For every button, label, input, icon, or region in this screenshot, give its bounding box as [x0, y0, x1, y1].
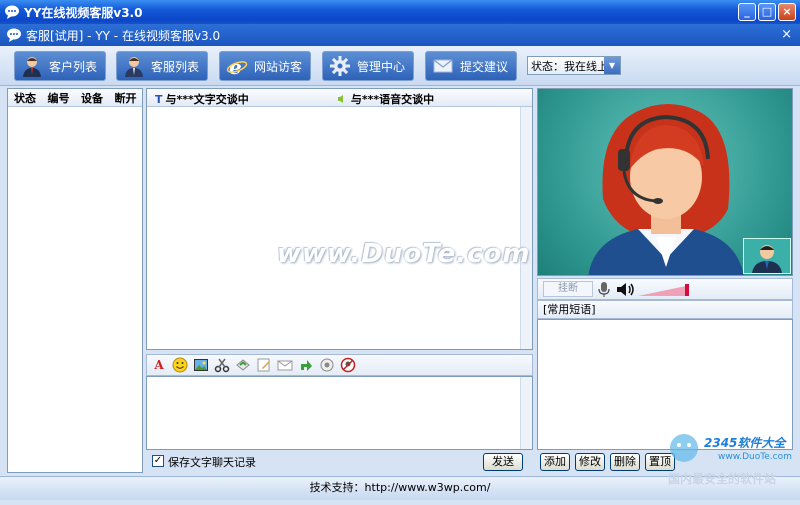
phrases-header: [常用短语] — [537, 300, 793, 319]
input-scrollbar[interactable] — [520, 377, 532, 449]
window-close-button[interactable]: × — [778, 3, 796, 21]
block-icon[interactable] — [340, 357, 356, 373]
watermark-brand: 2345软件大全 — [704, 436, 786, 450]
admin-center-button[interactable]: 管理中心 — [322, 51, 414, 81]
tab-voice-chat[interactable]: 与***语音交谈中 — [337, 91, 434, 107]
speaker-small-icon — [338, 95, 343, 103]
shake-icon[interactable] — [235, 357, 251, 373]
maximize-button[interactable]: □ — [758, 3, 776, 21]
window-title-bar: YY在线视频客服v3.0 _ □ × — [0, 0, 800, 24]
send-button[interactable]: 发送 — [483, 453, 523, 471]
window-title: YY在线视频客服v3.0 — [24, 5, 143, 20]
column-device[interactable]: 设备 — [75, 90, 109, 106]
video-panel — [537, 88, 793, 276]
app-close-button[interactable]: × — [781, 27, 792, 42]
toolbar: 客户列表 客服列表 e 网站访客 管理中心 提交建议 状态：我在线上 ▼ — [0, 46, 800, 86]
app-title: 客服[试用] - YY - 在线视频客服v3.0 — [26, 28, 221, 43]
mascot-icon — [670, 434, 698, 462]
arrow-icon[interactable] — [298, 357, 314, 373]
submit-suggestion-button[interactable]: 提交建议 — [425, 51, 517, 81]
edit-phrase-button[interactable]: 修改 — [575, 453, 605, 471]
client-list-header: 状态 编号 设备 断开 — [8, 89, 142, 107]
media-control-bar: 挂断 — [537, 278, 793, 300]
customer-icon — [23, 57, 41, 77]
user-avatar-icon — [752, 245, 782, 273]
watermark-slogan: 国内最安全的软件站 — [668, 472, 777, 486]
app-title-bar: 客服[试用] - YY - 在线视频客服v3.0 × — [0, 24, 800, 46]
tab-text-chat[interactable]: T 与***文字交谈中 — [155, 91, 249, 107]
column-disconnect[interactable]: 断开 — [109, 90, 143, 106]
agent-icon — [125, 57, 143, 77]
chat-bubble-icon — [5, 5, 19, 19]
self-camera-preview[interactable] — [743, 238, 791, 274]
volume-slider[interactable] — [638, 282, 692, 298]
ie-icon: e — [226, 55, 248, 77]
chat-log-panel: T 与***文字交谈中 与***语音交谈中 www.DuoTe.com — [146, 88, 533, 350]
delete-phrase-button[interactable]: 删除 — [610, 453, 640, 471]
customer-list-button[interactable]: 客户列表 — [14, 51, 106, 81]
column-status[interactable]: 状态 — [8, 90, 42, 106]
chat-bottom-row: ✓ 保存文字聊天记录 发送 — [146, 451, 533, 473]
hangup-button[interactable]: 挂断 — [543, 281, 593, 297]
chat-bubble-icon — [7, 28, 21, 42]
record-icon[interactable] — [319, 357, 335, 373]
watermark-text: www.DuoTe.com — [277, 239, 531, 269]
column-number[interactable]: 编号 — [42, 90, 76, 106]
watermark-logo: 2345软件大全 www.DuoTe.com 国内最安全的软件站 — [664, 430, 794, 490]
format-toolbar: A — [146, 354, 533, 376]
chat-header: T 与***文字交谈中 与***语音交谈中 — [147, 89, 532, 107]
gear-icon — [330, 56, 350, 76]
text-icon: T — [155, 93, 163, 106]
image-icon[interactable] — [193, 357, 209, 373]
chat-log-scrollbar[interactable] — [520, 107, 532, 349]
emoticon-icon[interactable] — [172, 357, 188, 373]
scissors-icon[interactable] — [214, 357, 230, 373]
save-history-checkbox[interactable]: ✓ — [152, 455, 164, 467]
agent-list-button[interactable]: 客服列表 — [116, 51, 208, 81]
watermark-url: www.DuoTe.com — [718, 452, 792, 462]
microphone-icon[interactable] — [596, 281, 612, 298]
speaker-icon[interactable] — [616, 281, 636, 298]
message-input[interactable] — [146, 376, 533, 450]
site-visitors-button[interactable]: e 网站访客 — [219, 51, 311, 81]
chevron-down-icon[interactable]: ▼ — [604, 57, 620, 74]
add-phrase-button[interactable]: 添加 — [540, 453, 570, 471]
save-history-label: 保存文字聊天记录 — [168, 456, 256, 469]
mail-icon — [433, 59, 453, 73]
tech-support-text: 技术支持：http://www.w3wp.com/ — [309, 481, 491, 494]
minimize-button[interactable]: _ — [738, 3, 756, 21]
edit-icon[interactable] — [256, 357, 272, 373]
font-color-icon[interactable]: A — [151, 357, 167, 373]
message-icon[interactable] — [277, 357, 293, 373]
status-select[interactable]: 状态：我在线上 ▼ — [527, 56, 621, 75]
client-list-panel: 状态 编号 设备 断开 — [7, 88, 143, 473]
